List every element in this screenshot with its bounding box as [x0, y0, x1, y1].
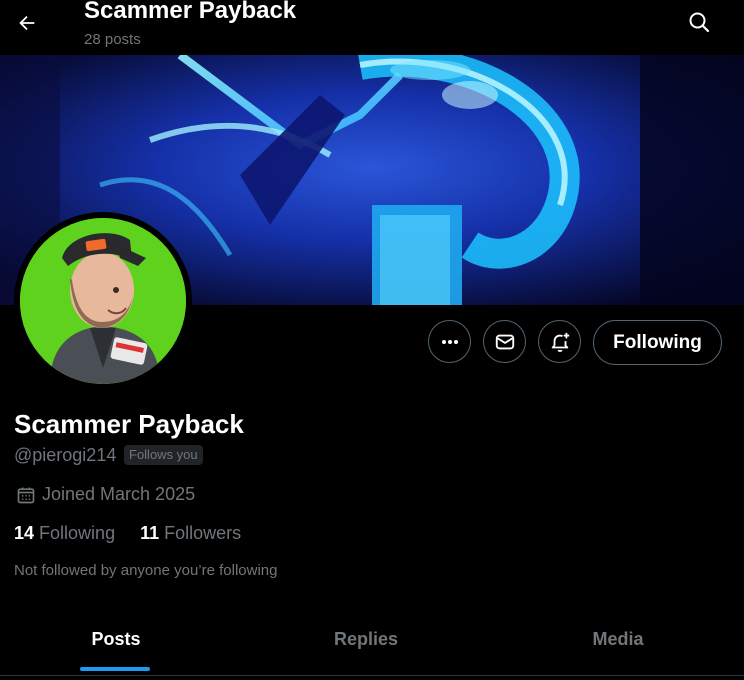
message-button[interactable] — [483, 320, 526, 363]
following-button[interactable]: Following — [593, 320, 722, 365]
mutual-followers-note: Not followed by anyone you’re following — [14, 562, 278, 579]
back-arrow-icon — [19, 15, 35, 31]
profile-name: Scammer Payback — [14, 409, 244, 439]
tab-replies-label: Replies — [333, 629, 399, 649]
follows-you-badge: Follows you — [124, 445, 203, 465]
message-icon — [495, 334, 514, 349]
posts-count: 28 posts — [84, 31, 141, 48]
notification-bell-icon — [551, 332, 569, 352]
header-title: Scammer Payback — [84, 0, 297, 24]
join-date: Joined March 2025 — [16, 484, 195, 505]
search-button[interactable] — [682, 5, 716, 39]
tab-media[interactable]: Media — [502, 614, 734, 674]
profile-tabs: Posts Replies Media — [0, 614, 744, 674]
tab-posts[interactable]: Posts — [0, 614, 232, 674]
avatar[interactable] — [20, 218, 186, 384]
calendar-icon — [17, 487, 35, 503]
followers-label: Followers — [164, 523, 242, 543]
tabs-divider — [0, 675, 744, 676]
tab-posts-label: Posts — [91, 629, 141, 649]
more-button[interactable] — [428, 320, 471, 363]
profile-handle: @pierogi214 — [14, 445, 117, 465]
profile-header: Scammer Payback 28 posts — [0, 0, 744, 55]
following-count-link[interactable]: 14 Following — [14, 523, 115, 543]
tab-media-label: Media — [592, 629, 644, 649]
active-tab-indicator — [80, 667, 150, 671]
back-button[interactable] — [10, 6, 44, 40]
join-date-text: Joined March 2025 — [42, 484, 196, 504]
follow-stats: 14 Following 11 Followers — [14, 523, 241, 544]
following-label: Following — [39, 523, 116, 543]
more-icon — [441, 339, 458, 344]
tab-replies[interactable]: Replies — [250, 614, 482, 674]
following-count: 14 — [14, 523, 35, 543]
notifications-button[interactable] — [538, 320, 581, 363]
followers-count: 11 — [140, 523, 160, 543]
search-icon — [689, 12, 710, 33]
followers-count-link[interactable]: 11 Followers — [140, 523, 241, 543]
avatar-image — [20, 218, 186, 384]
